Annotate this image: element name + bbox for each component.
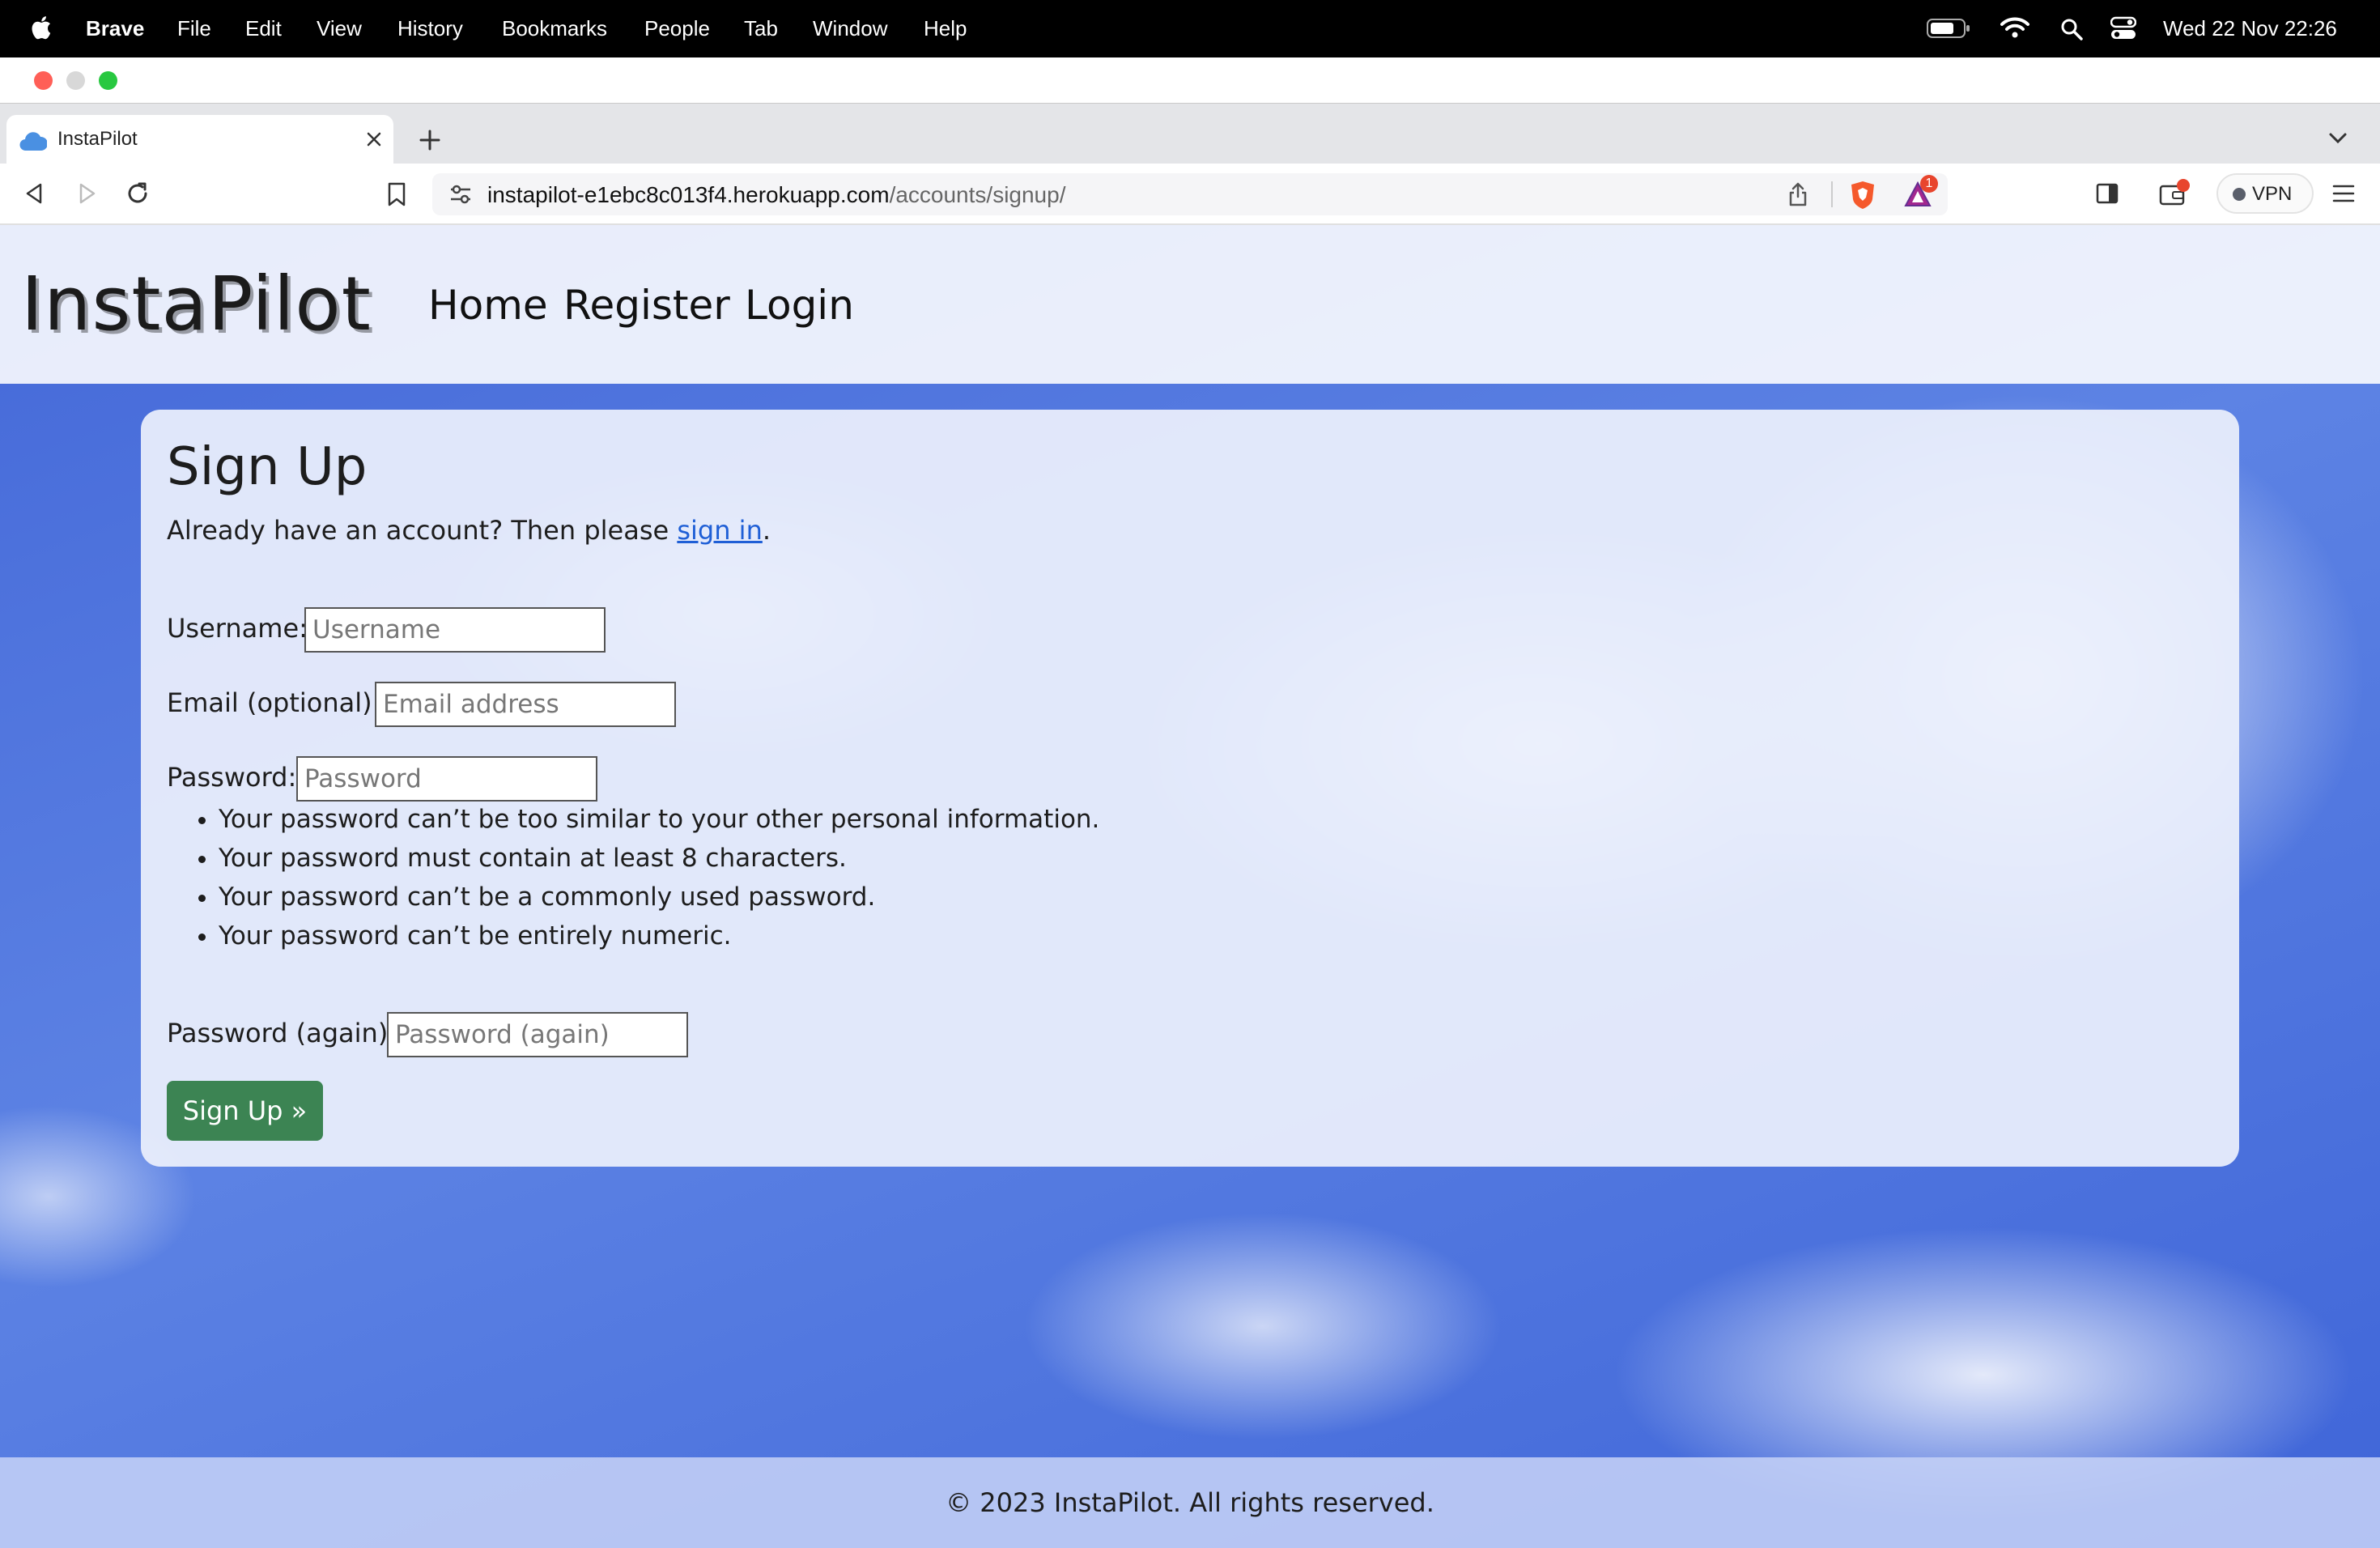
password-help-list: Your password can’t be too similar to yo…: [167, 800, 1099, 955]
macos-menu-bar: Brave File Edit View History Bookmarks P…: [0, 0, 2380, 57]
bookmark-icon[interactable]: [386, 181, 407, 211]
spotlight-search-icon[interactable]: [2060, 18, 2083, 46]
password-rule: Your password can’t be entirely numeric.: [219, 916, 1099, 955]
menu-file[interactable]: File: [177, 15, 211, 41]
rewards-badge: 1: [1920, 175, 1938, 193]
site-logo[interactable]: InstaPilot: [21, 261, 372, 347]
menu-tab[interactable]: Tab: [744, 15, 778, 41]
password-label: Password:: [167, 762, 297, 793]
wallet-icon[interactable]: [2158, 178, 2191, 211]
brave-shields-icon[interactable]: [1849, 180, 1876, 214]
menu-hamburger-icon[interactable]: [2331, 183, 2356, 207]
vpn-label: VPN: [2252, 183, 2293, 205]
menu-edit[interactable]: Edit: [245, 15, 282, 41]
site-settings-icon[interactable]: [448, 183, 473, 209]
reload-icon[interactable]: [125, 181, 151, 210]
vpn-button[interactable]: VPN: [2216, 173, 2314, 214]
url-text[interactable]: instapilot-e1ebc8c013f4.herokuapp.com/ac…: [487, 182, 1065, 208]
minimize-window-button[interactable]: [66, 71, 85, 90]
menu-clock[interactable]: Wed 22 Nov 22:26: [2163, 15, 2337, 41]
forward-icon[interactable]: [74, 181, 99, 209]
username-label: Username:: [167, 613, 308, 644]
close-window-button[interactable]: [34, 71, 53, 90]
password-rule: Your password must contain at least 8 ch…: [219, 839, 1099, 878]
url-path: /accounts/signup/: [889, 182, 1066, 207]
address-bar[interactable]: instapilot-e1ebc8c013f4.herokuapp.com/ac…: [432, 173, 1948, 215]
share-icon[interactable]: [1787, 181, 1808, 211]
tab-title: InstaPilot: [57, 128, 138, 150]
apple-icon[interactable]: [31, 13, 55, 48]
zoom-window-button[interactable]: [99, 71, 117, 90]
password-rule: Your password can’t be too similar to yo…: [219, 800, 1099, 839]
copyright-text: © 2023 InstaPilot. All rights reserved.: [946, 1487, 1434, 1518]
wifi-icon[interactable]: [2000, 16, 2029, 45]
password-input[interactable]: [296, 756, 597, 802]
new-tab-icon[interactable]: [418, 128, 442, 155]
signin-prompt-suffix: .: [762, 515, 771, 546]
menu-app-name[interactable]: Brave: [86, 15, 144, 41]
cloud-favicon-icon: [19, 128, 49, 155]
close-tab-icon[interactable]: [366, 131, 382, 151]
menu-view[interactable]: View: [317, 15, 362, 41]
divider: [1831, 181, 1833, 207]
site-header: InstaPilot Home Register Login: [0, 225, 2380, 384]
site-footer: © 2023 InstaPilot. All rights reserved.: [0, 1457, 2380, 1548]
email-input[interactable]: [375, 682, 676, 727]
sign-up-button[interactable]: Sign Up »: [167, 1081, 323, 1141]
username-input[interactable]: [304, 607, 606, 653]
tab-list-chevron-down-icon[interactable]: [2328, 132, 2348, 148]
sidebar-toggle-icon[interactable]: [2095, 181, 2119, 209]
signin-link[interactable]: sign in: [677, 515, 763, 546]
signin-prompt: Already have an account? Then please sig…: [167, 515, 771, 546]
url-host: instapilot-e1ebc8c013f4.herokuapp.com: [487, 182, 890, 207]
nav-link-home[interactable]: Home: [428, 282, 548, 329]
nav-link-login[interactable]: Login: [745, 282, 854, 329]
password-again-input[interactable]: [387, 1012, 688, 1057]
signup-card: Sign Up Already have an account? Then pl…: [141, 410, 2239, 1167]
menu-help[interactable]: Help: [924, 15, 967, 41]
password-again-label: Password (again):: [167, 1018, 397, 1048]
vpn-status-dot-icon: [2233, 188, 2246, 201]
page-title: Sign Up: [167, 437, 368, 497]
browser-tab[interactable]: InstaPilot: [6, 115, 393, 164]
signin-prompt-text: Already have an account? Then please: [167, 515, 678, 546]
menu-history[interactable]: History: [397, 15, 463, 41]
back-icon[interactable]: [23, 181, 47, 209]
menu-bookmarks[interactable]: Bookmarks: [502, 15, 607, 41]
email-label: Email (optional):: [167, 687, 381, 718]
control-center-icon[interactable]: [2110, 16, 2137, 46]
menu-window[interactable]: Window: [813, 15, 887, 41]
battery-icon[interactable]: [1927, 18, 1970, 45]
nav-link-register[interactable]: Register: [563, 282, 730, 329]
page-viewport: InstaPilot Home Register Login Sign Up A…: [0, 225, 2380, 1548]
window-title-bar: [0, 57, 2380, 104]
password-rule: Your password can’t be a commonly used p…: [219, 878, 1099, 916]
menu-people[interactable]: People: [644, 15, 710, 41]
